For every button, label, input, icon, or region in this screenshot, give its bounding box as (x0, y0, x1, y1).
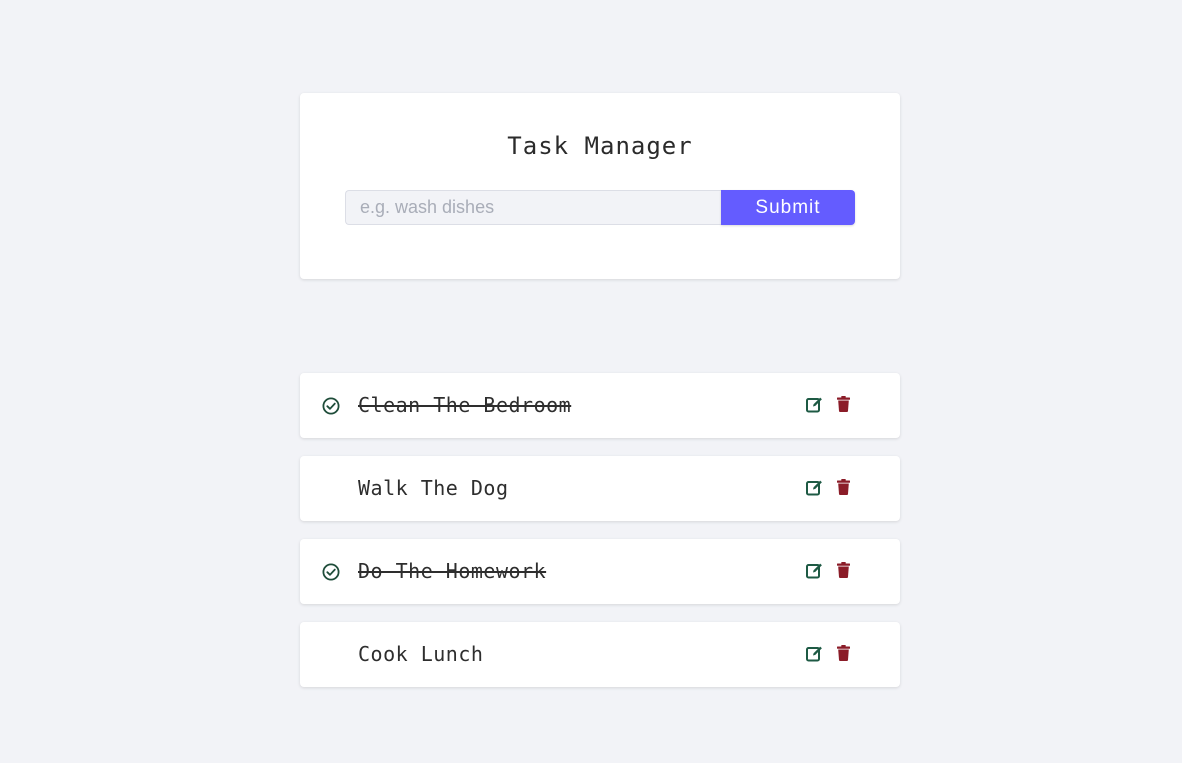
edit-icon[interactable] (806, 645, 823, 662)
trash-icon[interactable] (837, 479, 850, 495)
edit-icon[interactable] (806, 479, 823, 496)
trash-icon[interactable] (837, 396, 850, 412)
edit-icon[interactable] (806, 396, 823, 413)
page-title: Task Manager (507, 132, 693, 160)
edit-icon[interactable] (806, 562, 823, 579)
task-name[interactable]: Clean The Bedroom (358, 392, 571, 418)
task-form: Submit (345, 190, 855, 225)
task-form-card: Task Manager Submit (300, 93, 900, 279)
task-item: Cook Lunch (300, 622, 900, 687)
task-name[interactable]: Walk The Dog (358, 475, 509, 501)
check-circle-icon[interactable] (322, 563, 340, 581)
check-circle-icon[interactable] (322, 397, 340, 415)
submit-button[interactable]: Submit (721, 190, 855, 225)
task-input[interactable] (345, 190, 721, 225)
task-name[interactable]: Cook Lunch (358, 641, 483, 667)
trash-icon[interactable] (837, 645, 850, 661)
task-item: Walk The Dog (300, 456, 900, 521)
trash-icon[interactable] (837, 562, 850, 578)
task-item: Do The Homework (300, 539, 900, 604)
task-list: Clean The Bedroom Walk The Dog Do The Ho… (300, 373, 900, 705)
task-item: Clean The Bedroom (300, 373, 900, 438)
task-name[interactable]: Do The Homework (358, 558, 546, 584)
